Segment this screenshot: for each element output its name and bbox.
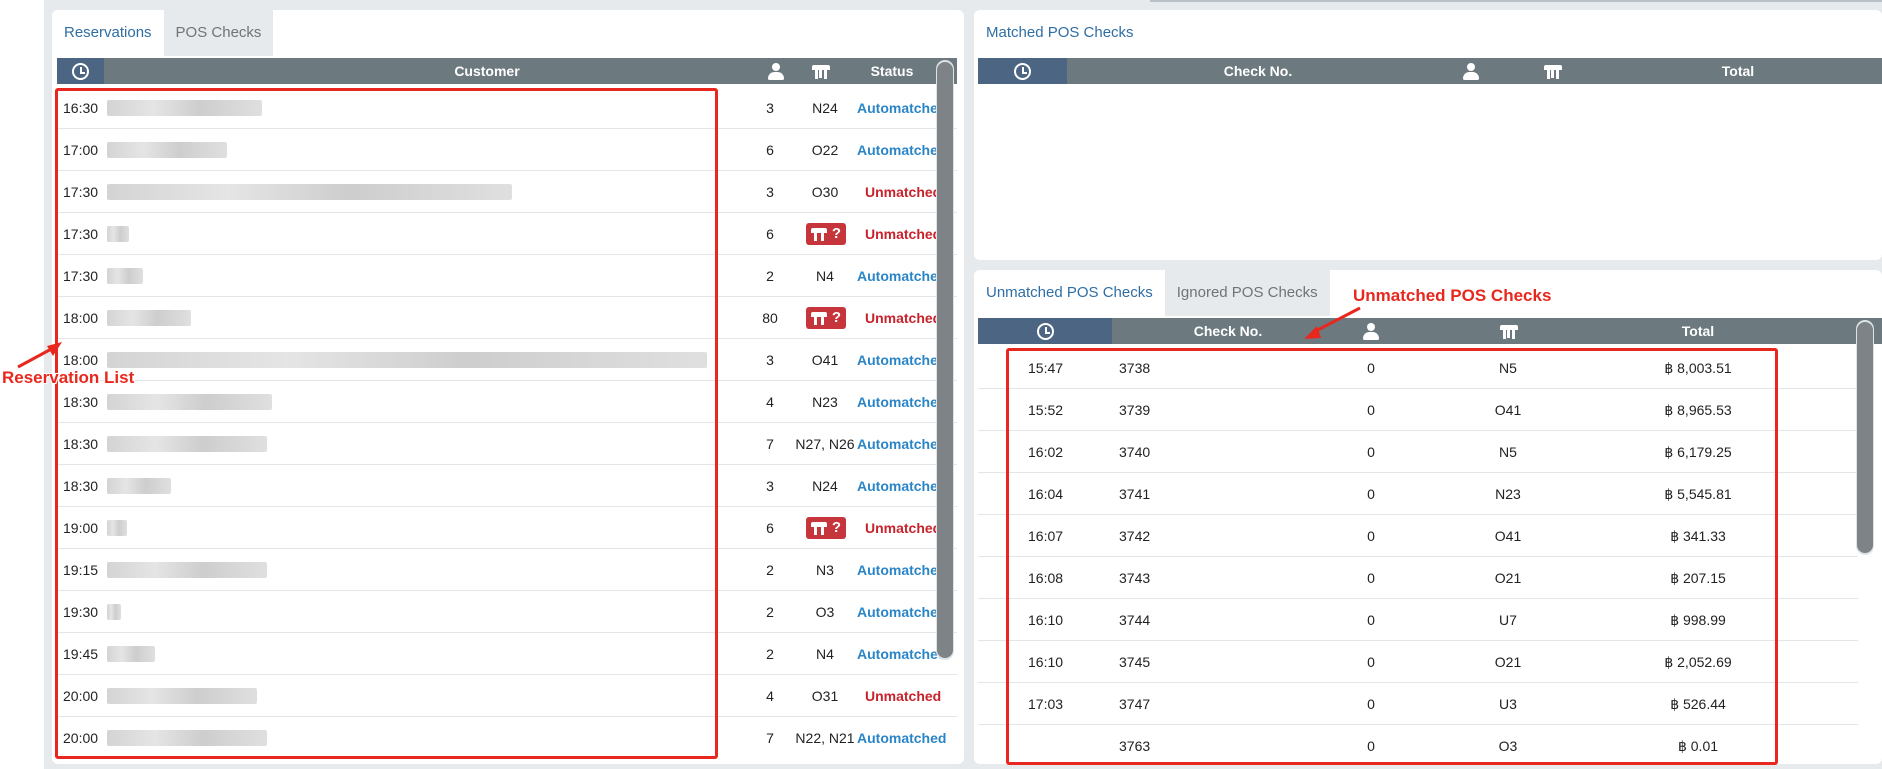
unmatched-pos-checks-label: Unmatched POS Checks (1353, 286, 1552, 305)
app-root: Reservations POS Checks Customer Status … (0, 0, 1882, 769)
reservation-list-label: Reservation List (2, 368, 135, 387)
annotation-arrows (17, 306, 1361, 369)
unmatched-arrow-line (1311, 306, 1361, 335)
reservation-arrow-head (47, 342, 62, 356)
